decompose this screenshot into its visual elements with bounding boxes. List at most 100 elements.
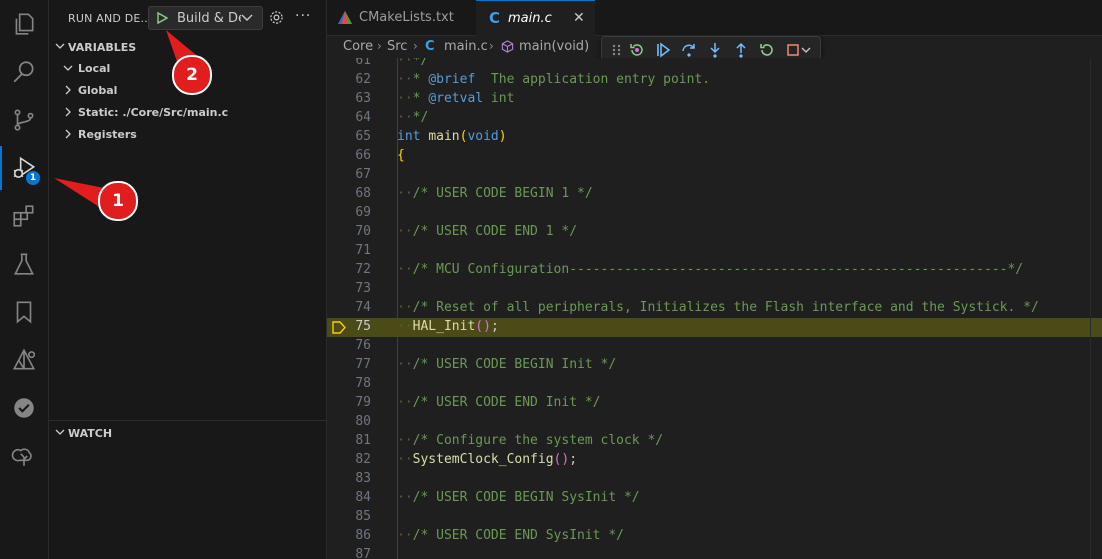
- search-icon[interactable]: [0, 50, 48, 94]
- code-text: ··/* Configure the system clock */: [397, 433, 664, 448]
- code-line[interactable]: 70 ··/* USER CODE END 1 */: [327, 223, 1102, 242]
- line-number[interactable]: 67: [327, 167, 371, 182]
- line-number[interactable]: 83: [327, 471, 371, 486]
- line-number[interactable]: 74: [327, 300, 371, 315]
- code-line[interactable]: 85: [327, 508, 1102, 527]
- code-line[interactable]: 62 ··* @brief The application entry point…: [327, 71, 1102, 90]
- code-line[interactable]: 61 ··*/: [327, 58, 1102, 71]
- code-line[interactable]: 81 ··/* Configure the system clock */: [327, 432, 1102, 451]
- tab-cmakelists[interactable]: CMakeLists.txt: [327, 0, 477, 35]
- line-number[interactable]: 64: [327, 110, 371, 125]
- code-line[interactable]: 80: [327, 413, 1102, 432]
- code-line[interactable]: 76: [327, 337, 1102, 356]
- breadcrumb-core[interactable]: Core: [343, 39, 373, 54]
- gear-icon[interactable]: [269, 10, 284, 25]
- code-text: {: [397, 148, 405, 163]
- code-line[interactable]: 78: [327, 375, 1102, 394]
- check-circle-icon[interactable]: [0, 386, 48, 430]
- line-number[interactable]: 84: [327, 490, 371, 505]
- run-and-debug-icon[interactable]: [0, 146, 48, 190]
- explorer-icon[interactable]: [0, 2, 48, 46]
- chevron-down-icon[interactable]: [800, 41, 812, 59]
- line-number[interactable]: 87: [327, 547, 371, 559]
- code-line[interactable]: 82 ··SystemClock_Config();: [327, 451, 1102, 470]
- cmake-file-icon: [338, 11, 352, 24]
- restart-frame-icon[interactable]: [628, 41, 646, 59]
- step-into-icon[interactable]: [706, 41, 724, 59]
- continue-icon[interactable]: [654, 41, 672, 59]
- code-line[interactable]: 66 {: [327, 147, 1102, 166]
- line-number[interactable]: 85: [327, 509, 371, 524]
- line-number[interactable]: 63: [327, 91, 371, 106]
- code-line[interactable]: 72 ··/* MCU Configuration----------------…: [327, 261, 1102, 280]
- code-line[interactable]: 71: [327, 242, 1102, 261]
- tree-item-registers[interactable]: Registers: [49, 123, 326, 145]
- code-text: ··* @retval int: [397, 91, 515, 106]
- chevron-right-icon: [65, 107, 71, 117]
- code-line[interactable]: 74 ··/* Reset of all peripherals, Initial…: [327, 299, 1102, 318]
- code-line[interactable]: 65 int main(void): [327, 128, 1102, 147]
- method-icon: [501, 40, 514, 53]
- breadcrumb-src[interactable]: Src: [387, 39, 407, 54]
- code-line[interactable]: 64 ··*/: [327, 109, 1102, 128]
- code-editor[interactable]: 61 ··*/ 62 ··* @brief The application entry…: [327, 58, 1102, 559]
- code-line[interactable]: 84 ··/* USER CODE BEGIN SysInit */: [327, 489, 1102, 508]
- line-number[interactable]: 70: [327, 224, 371, 239]
- code-line[interactable]: 83: [327, 470, 1102, 489]
- code-line[interactable]: 77 ··/* USER CODE BEGIN Init */: [327, 356, 1102, 375]
- breadcrumb-main-function[interactable]: main(void): [519, 39, 589, 54]
- close-icon[interactable]: ✕: [573, 10, 585, 26]
- code-text: ··/* MCU Configuration------------------…: [397, 262, 1024, 277]
- line-number[interactable]: 62: [327, 72, 371, 87]
- code-line[interactable]: 86 ··/* USER CODE END SysInit */: [327, 527, 1102, 546]
- restart-icon[interactable]: [758, 41, 776, 59]
- start-debugging-icon[interactable]: [155, 11, 169, 25]
- line-number[interactable]: 82: [327, 452, 371, 467]
- code-line[interactable]: 79 ··/* USER CODE END Init */: [327, 394, 1102, 413]
- line-number[interactable]: 69: [327, 205, 371, 220]
- line-number[interactable]: 78: [327, 376, 371, 391]
- step-out-icon[interactable]: [732, 41, 750, 59]
- line-number[interactable]: 73: [327, 281, 371, 296]
- line-number[interactable]: 86: [327, 528, 371, 543]
- source-control-icon[interactable]: [0, 98, 48, 142]
- tab-main-c[interactable]: C main.c ✕: [476, 0, 595, 37]
- cmake-icon[interactable]: [0, 338, 48, 382]
- watch-section-header[interactable]: WATCH: [49, 423, 326, 443]
- code-line[interactable]: 68 ··/* USER CODE BEGIN 1 */: [327, 185, 1102, 204]
- chevron-right-icon: [65, 129, 71, 139]
- chevron-right-icon: ›: [413, 39, 418, 53]
- code-line[interactable]: 87: [327, 546, 1102, 559]
- code-line[interactable]: 67: [327, 166, 1102, 185]
- more-actions-icon[interactable]: ···: [295, 8, 311, 24]
- editor-scrollbar[interactable]: [1090, 58, 1102, 559]
- line-number[interactable]: 72: [327, 262, 371, 277]
- drag-handle-icon[interactable]: [608, 41, 626, 59]
- bookmark-icon[interactable]: [0, 290, 48, 334]
- chevron-down-icon: [55, 429, 65, 435]
- breadcrumb-main-c[interactable]: main.c: [444, 39, 488, 54]
- code-text: ··* @brief The application entry point.: [397, 72, 711, 87]
- line-number[interactable]: 68: [327, 186, 371, 201]
- testing-flask-icon[interactable]: [0, 242, 48, 286]
- code-line[interactable]: 63 ··* @retval int: [327, 90, 1102, 109]
- line-number[interactable]: 71: [327, 243, 371, 258]
- callout-marker-2: 2: [172, 55, 212, 95]
- code-line[interactable]: 73: [327, 280, 1102, 299]
- line-number[interactable]: 79: [327, 395, 371, 410]
- editor-tab-bar: CMakeLists.txt C main.c ✕: [327, 0, 1102, 37]
- line-number[interactable]: 66: [327, 148, 371, 163]
- extensions-icon[interactable]: [0, 194, 48, 238]
- code-line[interactable]: 69: [327, 204, 1102, 223]
- tree-item-static[interactable]: Static: ./Core/Src/main.c: [49, 101, 326, 123]
- line-number[interactable]: 80: [327, 414, 371, 429]
- line-number[interactable]: 61: [327, 58, 371, 68]
- line-number[interactable]: 81: [327, 433, 371, 448]
- line-number[interactable]: 65: [327, 129, 371, 144]
- step-over-icon[interactable]: [680, 41, 698, 59]
- c-file-icon: C: [489, 9, 501, 27]
- code-line[interactable]: 75 ··HAL_Init();: [327, 318, 1102, 337]
- line-number[interactable]: 77: [327, 357, 371, 372]
- tree-icon[interactable]: [0, 434, 48, 478]
- line-number[interactable]: 76: [327, 338, 371, 353]
